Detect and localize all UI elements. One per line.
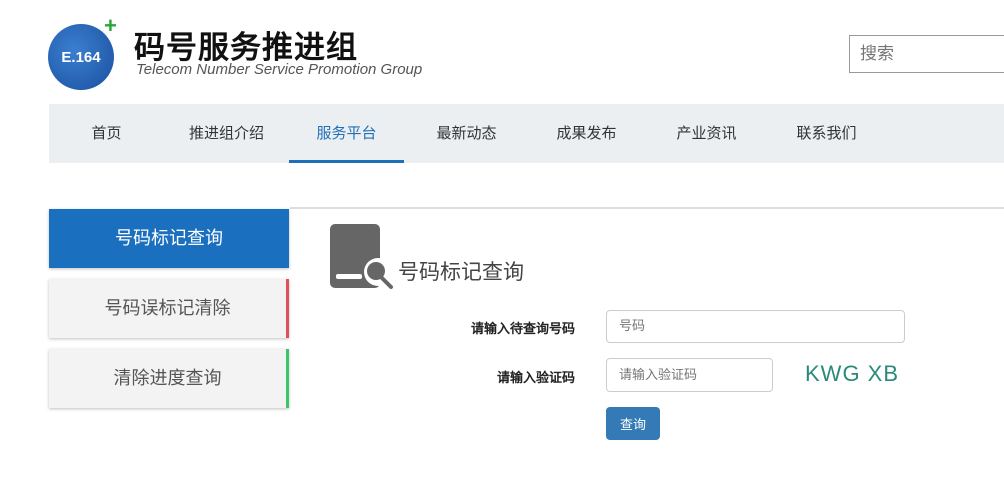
nav-industry[interactable]: 产业资讯 <box>644 104 769 163</box>
panel-title: 号码标记查询 <box>398 260 524 284</box>
book-search-icon <box>330 224 393 289</box>
divider <box>290 207 1004 209</box>
nav-results[interactable]: 成果发布 <box>529 104 644 163</box>
logo-text: E.164 <box>61 48 101 66</box>
number-input[interactable] <box>606 310 905 343</box>
search-input[interactable] <box>849 35 1004 73</box>
sidebar-item-progress-query[interactable]: 清除进度查询 <box>49 349 289 408</box>
query-button[interactable]: 查询 <box>606 407 660 440</box>
captcha-image[interactable]: KWG XB <box>805 357 910 391</box>
sidebar-item-mark-query[interactable]: 号码标记查询 <box>49 209 289 268</box>
nav-service-platform[interactable]: 服务平台 <box>289 104 404 163</box>
nav-news[interactable]: 最新动态 <box>404 104 529 163</box>
nav-contact[interactable]: 联系我们 <box>769 104 884 163</box>
nav-about[interactable]: 推进组介绍 <box>164 104 289 163</box>
sidebar-item-mark-clear[interactable]: 号码误标记清除 <box>49 279 289 338</box>
main-nav: 首页 推进组介绍 服务平台 最新动态 成果发布 产业资讯 联系我们 <box>49 104 1004 163</box>
captcha-input[interactable] <box>606 358 773 392</box>
number-label: 请输入待查询号码 <box>470 322 575 337</box>
plus-icon: + <box>104 13 117 38</box>
captcha-label: 请输入验证码 <box>496 371 575 386</box>
nav-home[interactable]: 首页 <box>49 104 164 163</box>
site-subtitle: Telecom Number Service Promotion Group <box>136 61 423 78</box>
